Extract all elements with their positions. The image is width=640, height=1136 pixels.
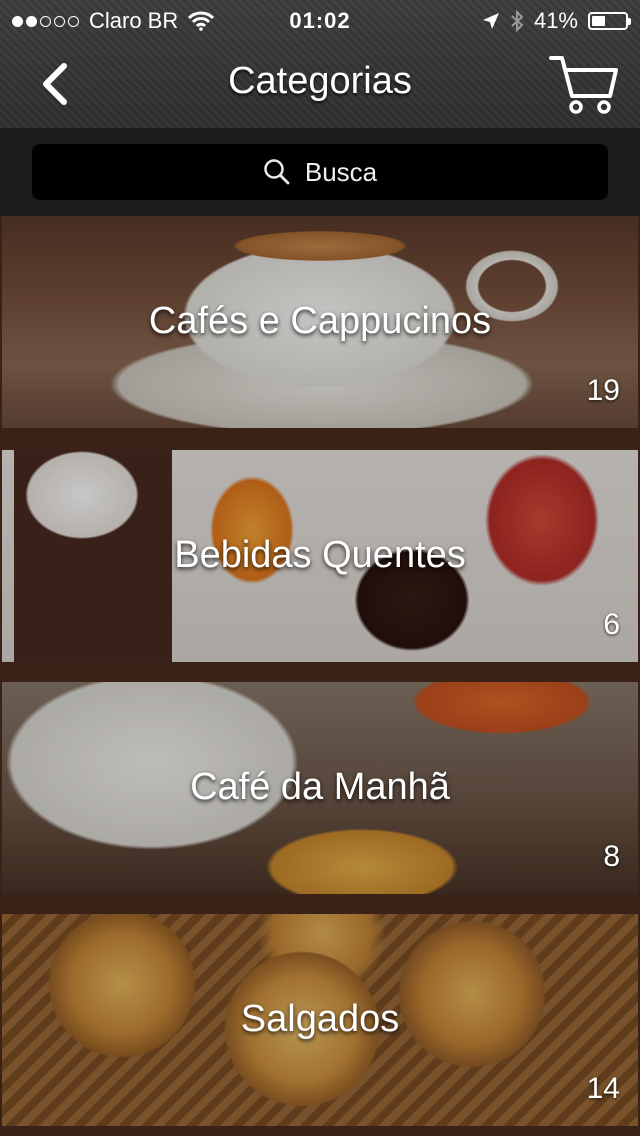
category-item[interactable]: Bebidas Quentes 6 [2, 450, 638, 662]
category-count: 19 [586, 374, 620, 407]
category-item[interactable]: Café da Manhã 8 [2, 682, 638, 894]
search-field[interactable]: Busca [32, 144, 608, 200]
shopping-cart-icon[interactable] [548, 52, 620, 116]
category-name: Bebidas Quentes [174, 534, 466, 576]
page-title: Categorias [228, 60, 412, 102]
category-count: 8 [603, 840, 620, 873]
category-name: Salgados [240, 998, 400, 1040]
battery-percent: 41% [533, 8, 578, 33]
bluetooth-icon [511, 10, 524, 32]
location-arrow-icon [482, 13, 499, 29]
search-icon [264, 159, 290, 185]
category-name: Café da Manhã [190, 766, 450, 808]
category-count: 6 [603, 608, 620, 641]
category-count: 14 [586, 1072, 620, 1105]
category-item[interactable]: Cafés e Cappucinos 19 [2, 216, 638, 428]
battery-icon [588, 12, 631, 30]
category-name: Cafés e Cappucinos [148, 300, 492, 342]
status-right: 41% [482, 8, 631, 34]
search-bar: Busca [0, 128, 640, 216]
status-bar: Claro BR 01:02 41% [0, 0, 640, 40]
category-item[interactable]: Salgados 14 [2, 914, 638, 1126]
top-bar: Claro BR 01:02 41% Categorias [0, 0, 640, 128]
search-placeholder: Busca [304, 156, 378, 187]
navigation-bar: Categorias [0, 40, 640, 128]
battery-fill [592, 16, 605, 26]
